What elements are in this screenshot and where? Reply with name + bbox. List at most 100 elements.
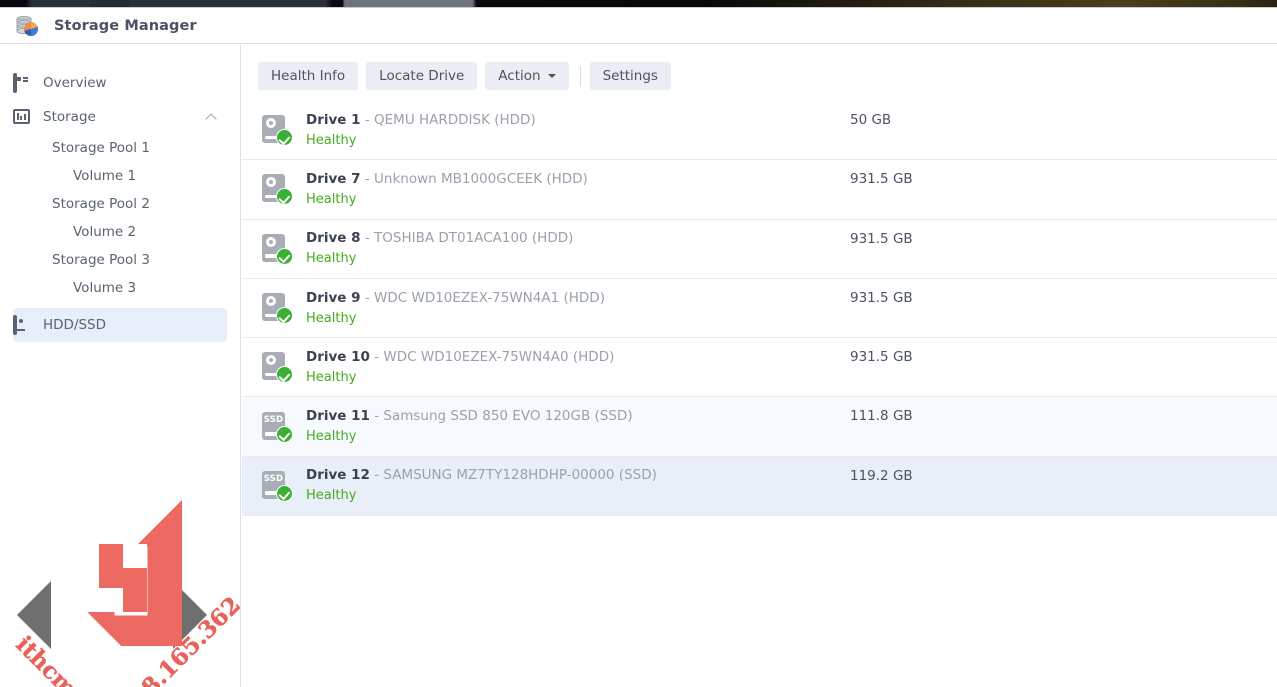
drive-row[interactable]: Drive 9 - WDC WD10EZEX-75WN4A1 (HDD) Heal… xyxy=(242,279,1277,339)
drive-separator: - xyxy=(374,408,380,425)
sidebar-item-overview[interactable]: Overview xyxy=(13,66,227,100)
status-badge: Healthy xyxy=(306,191,357,207)
action-dropdown-button[interactable]: Action xyxy=(485,62,569,90)
page-title: Storage Manager xyxy=(54,17,197,34)
watermark-phone: 0908.165.362 xyxy=(102,591,241,687)
sidebar-item-volume-2[interactable]: Volume 2 xyxy=(0,218,240,246)
drive-model: WDC WD10EZEX-75WN4A1 (HDD) xyxy=(374,289,605,306)
drive-model: SAMSUNG MZ7TY128HDHP-00000 (SSD) xyxy=(383,467,657,484)
status-badge: Healthy xyxy=(306,132,357,148)
drive-info: Drive 9 - WDC WD10EZEX-75WN4A1 (HDD) Heal… xyxy=(306,289,1277,328)
drive-title-line: Drive 12 - SAMSUNG MZ7TY128HDHP-00000 (S… xyxy=(306,466,1277,484)
app-header: Storage Manager xyxy=(0,8,1277,44)
sidebar-item-volume-3[interactable]: Volume 3 xyxy=(0,274,240,302)
drive-title-line: Drive 9 - WDC WD10EZEX-75WN4A1 (HDD) xyxy=(306,289,1277,307)
healthy-check-icon xyxy=(276,425,293,443)
hdd-drive-icon xyxy=(259,291,293,325)
drive-row[interactable]: Drive 7 - Unknown MB1000GCEEK (HDD) Healt… xyxy=(242,160,1277,220)
ssd-drive-icon: SSD xyxy=(259,469,293,503)
logo-left-triangle xyxy=(17,581,51,649)
logo-right-triangle xyxy=(173,581,207,649)
drive-name: Drive 10 xyxy=(306,348,370,365)
drive-row[interactable]: Drive 1 - QEMU HARDDISK (HDD) Healthy 50 G… xyxy=(242,101,1277,161)
status-badge: Healthy xyxy=(306,488,357,504)
storage-manager-icon xyxy=(14,13,40,39)
drive-model: QEMU HARDDISK (HDD) xyxy=(374,111,536,128)
sidebar-item-storage-pool-2[interactable]: Storage Pool 2 xyxy=(0,190,240,218)
hdd-drive-icon xyxy=(259,232,293,266)
drive-separator: - xyxy=(364,230,370,247)
settings-label: Settings xyxy=(602,68,658,84)
drive-capacity: 119.2 GB xyxy=(850,467,913,484)
healthy-check-icon xyxy=(276,129,293,147)
drive-row[interactable]: Drive 10 - WDC WD10EZEX-75WN4A0 (HDD) Hea… xyxy=(242,338,1277,398)
action-label: Action xyxy=(498,68,541,84)
sidebar-item-hdd-ssd[interactable]: HDD/SSD xyxy=(13,308,227,342)
drive-title-line: Drive 1 - QEMU HARDDISK (HDD) xyxy=(306,111,1277,129)
settings-button[interactable]: Settings xyxy=(589,62,671,90)
drive-title-line: Drive 8 - TOSHIBA DT01ACA100 (HDD) xyxy=(306,229,1277,247)
drive-info: Drive 10 - WDC WD10EZEX-75WN4A0 (HDD) Hea… xyxy=(306,348,1277,387)
drive-name: Drive 1 xyxy=(306,111,361,128)
status-badge: Healthy xyxy=(306,369,357,385)
status-badge: Healthy xyxy=(306,310,357,326)
drive-name: Drive 7 xyxy=(306,170,361,187)
sidebar-item-label-overview: Overview xyxy=(43,75,107,91)
main-content: Health Info Locate Drive Action Settings… xyxy=(242,45,1277,687)
drive-model: TOSHIBA DT01ACA100 (HDD) xyxy=(374,230,574,247)
drive-separator: - xyxy=(364,289,370,306)
drive-separator: - xyxy=(364,170,370,187)
sidebar-item-storage[interactable]: Storage xyxy=(13,100,227,134)
chevron-up-icon[interactable] xyxy=(205,113,217,125)
sidebar-item-storage-pool-3[interactable]: Storage Pool 3 xyxy=(0,246,240,274)
drive-info: Drive 12 - SAMSUNG MZ7TY128HDHP-00000 (S… xyxy=(306,466,1277,505)
sidebar-sublabel: Volume 1 xyxy=(73,168,137,184)
drive-capacity: 50 GB xyxy=(850,112,892,128)
platter-glyph xyxy=(265,355,276,366)
drive-list: Drive 1 - QEMU HARDDISK (HDD) Healthy 50 G… xyxy=(242,101,1277,517)
drive-capacity: 931.5 GB xyxy=(850,230,913,247)
hdd-drive-icon xyxy=(259,172,293,206)
drive-row[interactable]: SSD Drive 12 - SAMSUNG MZ7TY128HDHP-00000… xyxy=(242,456,1277,517)
platter-glyph xyxy=(265,177,276,188)
sidebar-item-storage-pool-1[interactable]: Storage Pool 1 xyxy=(0,134,240,162)
logo-diamond-n xyxy=(70,500,182,646)
drive-name: Drive 12 xyxy=(306,467,370,484)
drive-info: Drive 11 - Samsung SSD 850 EVO 120GB (SS… xyxy=(306,407,1277,446)
health-info-label: Health Info xyxy=(271,68,346,84)
drive-row[interactable]: SSD Drive 11 - Samsung SSD 850 EVO 120GB … xyxy=(242,397,1277,457)
drive-info: Drive 8 - TOSHIBA DT01ACA100 (HDD) Health… xyxy=(306,229,1277,268)
drive-separator: - xyxy=(364,111,370,128)
drive-capacity: 931.5 GB xyxy=(850,289,913,306)
sidebar-sublabel: Storage Pool 1 xyxy=(52,140,150,156)
healthy-check-icon xyxy=(276,366,293,384)
drive-capacity: 931.5 GB xyxy=(850,171,913,188)
drive-name: Drive 11 xyxy=(306,408,370,425)
watermark-site: ithcm.vn xyxy=(10,630,110,687)
drive-separator: - xyxy=(374,348,380,365)
drive-row[interactable]: Drive 8 - TOSHIBA DT01ACA100 (HDD) Health… xyxy=(242,220,1277,279)
toolbar: Health Info Locate Drive Action Settings xyxy=(258,62,679,90)
ssd-drive-icon: SSD xyxy=(259,410,293,444)
drive-info: Drive 7 - Unknown MB1000GCEEK (HDD) Healt… xyxy=(306,170,1277,209)
drive-capacity: 931.5 GB xyxy=(850,349,913,366)
drive-title-line: Drive 11 - Samsung SSD 850 EVO 120GB (SS… xyxy=(306,407,1277,425)
drive-name: Drive 9 xyxy=(306,289,361,306)
health-info-button[interactable]: Health Info xyxy=(258,62,359,90)
locate-drive-label: Locate Drive xyxy=(379,68,465,84)
sidebar-sublabel: Storage Pool 3 xyxy=(52,252,150,268)
ssd-label-glyph: SSD xyxy=(263,473,284,484)
platter-glyph xyxy=(265,236,276,247)
healthy-check-icon xyxy=(276,484,293,502)
sidebar-sublabel: Volume 2 xyxy=(73,224,137,240)
status-badge: Healthy xyxy=(306,429,357,445)
locate-drive-button[interactable]: Locate Drive xyxy=(366,62,478,90)
toolbar-divider xyxy=(579,65,581,87)
storage-icon xyxy=(13,108,30,126)
sidebar-item-volume-1[interactable]: Volume 1 xyxy=(0,162,240,190)
sidebar-item-label-storage: Storage xyxy=(43,109,96,125)
platter-glyph xyxy=(265,118,276,129)
sidebar-sublabel: Volume 3 xyxy=(73,280,137,296)
healthy-check-icon xyxy=(276,188,293,206)
drive-separator: - xyxy=(374,467,380,484)
